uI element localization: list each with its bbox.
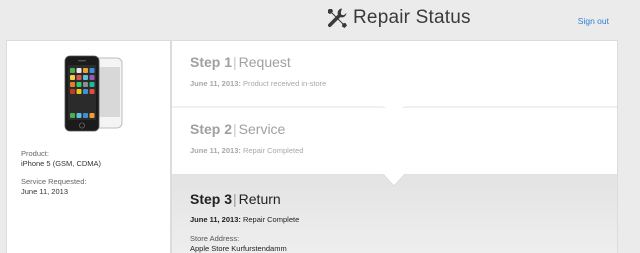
repair-steps: Step 1| Request June 11, 2013: Product re… (171, 40, 618, 253)
step-status-text: Product received in-store (242, 79, 327, 88)
step-title: Step 2| Service (190, 121, 286, 137)
step-service: Step 2| Service June 11, 2013: Repair Com… (172, 108, 617, 174)
step-date: June 11, 2013: (190, 146, 241, 155)
step-return: Step 3| Return June 11, 2013: Repair Comp… (172, 174, 617, 253)
page-title: Repair Status (326, 6, 471, 30)
step-date: June 11, 2013: (190, 79, 241, 88)
step-status: June 11, 2013: Repair Complete (190, 215, 299, 224)
step-title: Step 3| Return (190, 191, 281, 207)
step-divider (172, 174, 617, 187)
product-value: iPhone 5 (GSM, CDMA) (21, 159, 102, 168)
product-info: Product: iPhone 5 (GSM, CDMA) (21, 149, 101, 169)
step-date: June 11, 2013: (190, 215, 241, 224)
service-info: Service Requested: June 11, 2013 (21, 177, 86, 197)
step-status: June 11, 2013: Product received in-store (190, 79, 326, 88)
step-number: Step 2 (190, 121, 233, 137)
step-name: Service (238, 121, 286, 137)
step-name: Request (238, 54, 291, 70)
store-address-label: Store Address: (190, 234, 240, 243)
service-requested-value: June 11, 2013 (21, 187, 68, 196)
iphone-image (61, 54, 125, 134)
sign-out-link[interactable]: Sign out (578, 16, 609, 26)
step-name: Return (238, 191, 281, 207)
step-status: June 11, 2013: Repair Completed (190, 146, 303, 155)
step-title: Step 1| Request (190, 54, 291, 70)
device-panel: Product: iPhone 5 (GSM, CDMA) Service Re… (6, 40, 171, 253)
step-status-text: Repair Completed (242, 146, 304, 155)
header: Repair Status Sign out (0, 0, 640, 40)
service-requested-label: Service Requested: (21, 177, 87, 186)
tools-icon (326, 7, 348, 29)
product-label: Product: (21, 149, 49, 158)
step-number: Step 3 (190, 191, 233, 207)
title-text: Repair Status (353, 7, 471, 28)
step-number: Step 1 (190, 54, 233, 70)
step-status-text: Repair Complete (242, 215, 300, 224)
step-request: Step 1| Request June 11, 2013: Product re… (172, 41, 617, 107)
